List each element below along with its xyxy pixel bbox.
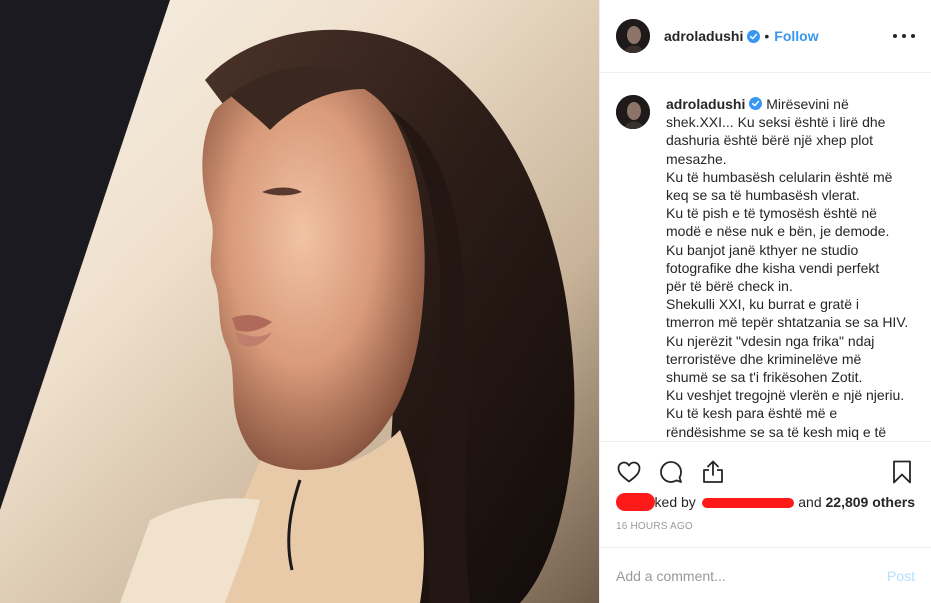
post-timestamp[interactable]: 16 HOURS AGO <box>616 521 915 532</box>
caption-line: Ku njerëzit "vdesin nga frika" ndaj <box>666 332 875 349</box>
comment-form: Post <box>600 547 931 603</box>
caption-line: fotografike dhe kisha vendi perfekt <box>666 259 880 276</box>
likes-others-count[interactable]: 22,809 others <box>826 494 916 510</box>
caption-scroll-area[interactable]: adroladushi Mirësevini në shek.XXI... Ku… <box>600 89 931 441</box>
follow-button[interactable]: Follow <box>774 28 818 44</box>
caption-line: Ku të pish e të tymosësh është në <box>666 205 877 222</box>
likes-and-text: and <box>798 494 822 510</box>
heart-icon[interactable] <box>616 459 642 485</box>
caption-line: për të bërë check in. <box>666 278 793 295</box>
post-actions: ked by and 22,809 others 16 HOURS AGO <box>600 441 931 532</box>
caption-text: shek.XXI... Ku seksi është i lirë dhe das… <box>666 113 915 441</box>
caption-line: dashuria është bërë një xhep plot <box>666 132 874 149</box>
caption-text-first: Mirësevini në <box>766 96 849 112</box>
caption-line: terroristëve dhe kriminelëve më <box>666 350 862 367</box>
caption-line: tmerron më tepër shtatzania se sa HIV. <box>666 314 909 331</box>
caption-line: Ku të humbasësh celularin është më <box>666 168 893 185</box>
redacted-avatar <box>616 493 655 511</box>
likes-partial-text: ked by <box>654 494 696 510</box>
caption-line: shumë se sa t'i frikësohen Zotit. <box>666 369 863 386</box>
avatar-image <box>616 19 650 53</box>
post-header: adroladushi • Follow <box>600 0 931 73</box>
header-username[interactable]: adroladushi <box>664 28 743 44</box>
comment-input[interactable] <box>616 567 887 584</box>
post-comment-button[interactable]: Post <box>887 568 915 584</box>
caption: adroladushi Mirësevini në shek.XXI... Ku… <box>616 89 915 441</box>
redacted-username <box>701 498 795 508</box>
caption-line: Ku të kesh para është më e <box>666 405 838 422</box>
likes-summary: ked by and 22,809 others <box>616 492 915 512</box>
caption-line: keq se sa të humbasësh vlerat. <box>666 187 860 204</box>
caption-line: shek.XXI... Ku seksi është i lirë dhe <box>666 114 886 131</box>
caption-line: modë e nëse nuk e bën, je demode. <box>666 223 890 240</box>
caption-line: mesazhe. <box>666 150 727 167</box>
caption-body: adroladushi Mirësevini në shek.XXI... Ku… <box>666 89 915 441</box>
bookmark-icon[interactable] <box>889 459 915 485</box>
avatar[interactable] <box>616 19 650 53</box>
caption-avatar[interactable] <box>616 95 650 129</box>
more-options-icon[interactable] <box>893 26 915 46</box>
comment-icon[interactable] <box>658 459 684 485</box>
post-photo[interactable] <box>0 0 599 603</box>
portrait-image <box>0 0 599 603</box>
caption-line: Ku banjot janë kthyer ne studio <box>666 241 859 258</box>
avatar-image <box>616 95 650 129</box>
caption-line: Ku veshjet tregojnë vlerën e një njeriu. <box>666 387 905 404</box>
verified-badge-icon <box>747 29 761 43</box>
caption-line: rëndësishme se sa të kesh miq e të <box>666 423 887 440</box>
post-side-panel: adroladushi • Follow adroladushi Mirësev… <box>599 0 931 603</box>
caption-username[interactable]: adroladushi <box>666 96 745 112</box>
caption-line: Shekulli XXI, ku burrat e gratë i <box>666 296 859 313</box>
action-icons <box>616 442 915 498</box>
verified-badge-icon <box>749 97 763 110</box>
separator-dot: • <box>764 28 770 44</box>
share-icon[interactable] <box>700 459 726 485</box>
